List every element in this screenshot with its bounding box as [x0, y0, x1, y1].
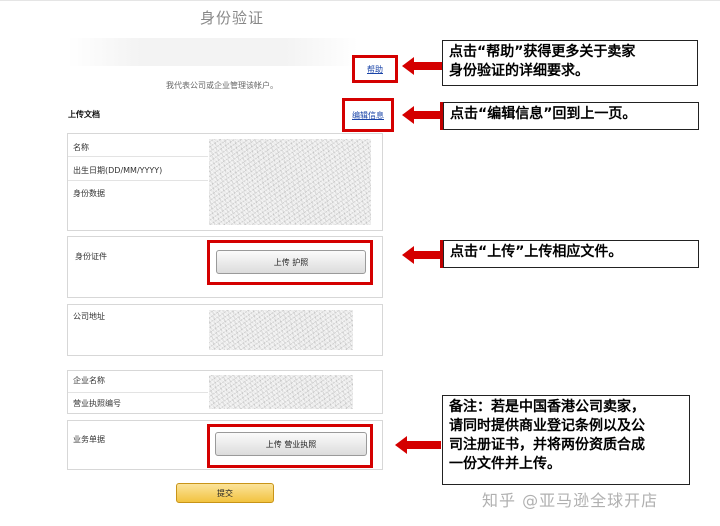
redacted-company-address	[209, 310, 353, 350]
callout-note-line1: 备注：若是中国香港公司卖家，	[449, 399, 645, 415]
label-license-number: 营业执照编号	[73, 399, 121, 408]
label-dob: 出生日期(DD/MM/YYYY)	[73, 166, 163, 175]
callout-note-line4: 一份文件并上传。	[449, 456, 561, 472]
company-address-panel	[67, 304, 383, 356]
label-id-data: 身份数据	[73, 189, 105, 198]
callout-note-emphasis: 以及	[603, 418, 631, 434]
callout-note-line2-a: 请同时提供商业登记条例	[449, 418, 603, 434]
top-divider	[0, 0, 720, 1]
callout-note-line3: 司注册证书，并将两份资质合成	[449, 437, 645, 453]
help-highlight: 帮助	[352, 55, 398, 83]
redacted-identity-data	[209, 139, 371, 225]
upload-passport-button[interactable]: 上传 护照	[216, 250, 366, 274]
submit-button[interactable]: 提交	[176, 483, 274, 503]
label-business-docs: 业务单据	[73, 435, 105, 444]
callout-upload: 点击“上传”上传相应文件。	[443, 240, 699, 268]
callout-note-line2: 请同时提供商业登记条例以及公	[449, 417, 683, 436]
callout-edit: 点击“编辑信息”回到上一页。	[443, 102, 699, 130]
callout-edit-text: 点击“编辑信息”回到上一页。	[450, 106, 637, 122]
section-title-upload-docs: 上传文档	[68, 110, 100, 119]
arrow-left-icon	[402, 246, 444, 264]
row-divider	[68, 180, 208, 181]
label-company-name: 企业名称	[73, 376, 105, 385]
arrow-left-icon	[402, 106, 444, 124]
arrow-left-icon	[402, 57, 444, 75]
label-name: 名称	[73, 143, 89, 152]
row-divider	[68, 392, 208, 393]
upload-license-button[interactable]: 上传 营业执照	[215, 432, 367, 456]
edit-highlight: 编辑信息	[342, 98, 394, 132]
redacted-company-info	[209, 375, 353, 409]
header-blur	[68, 38, 358, 66]
callout-upload-text: 点击“上传”上传相应文件。	[450, 244, 623, 260]
page-subtitle: 我代表公司或企业管理该帐户。	[166, 81, 278, 90]
callout-note: 备注：若是中国香港公司卖家， 请同时提供商业登记条例以及公 司注册证书，并将两份…	[442, 395, 690, 485]
row-divider	[68, 156, 208, 157]
page-title: 身份验证	[200, 9, 265, 27]
callout-help-line1: 点击“帮助”获得更多关于卖家	[449, 44, 636, 60]
callout-note-line2-c: 公	[631, 418, 645, 434]
identity-info-panel	[67, 133, 383, 231]
arrow-left-icon	[395, 436, 441, 454]
label-id-document: 身份证件	[75, 252, 107, 261]
callout-help: 点击“帮助”获得更多关于卖家 身份验证的详细要求。	[442, 40, 698, 86]
label-company-address: 公司地址	[73, 312, 105, 321]
watermark: 知乎 @亚马逊全球开店	[482, 491, 659, 510]
callout-help-line2: 身份验证的详细要求。	[449, 63, 589, 79]
edit-info-link[interactable]: 编辑信息	[352, 110, 384, 121]
help-link[interactable]: 帮助	[367, 64, 383, 75]
